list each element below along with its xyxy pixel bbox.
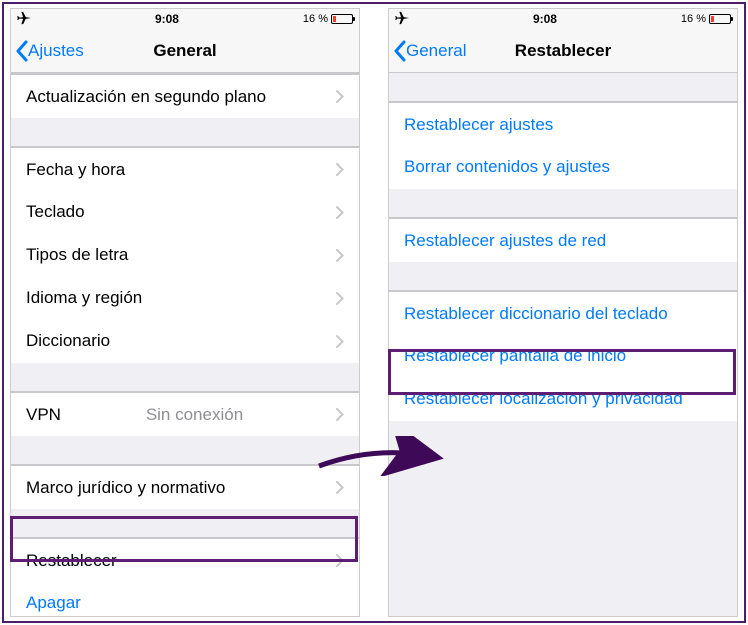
row-label: Restablecer bbox=[26, 551, 117, 571]
outer-frame: 9:08 16 % Ajustes General Actualización … bbox=[2, 2, 746, 623]
chevron-right-icon bbox=[336, 292, 344, 305]
row-label: Idioma y región bbox=[26, 288, 142, 308]
row-date-time[interactable]: Fecha y hora bbox=[11, 147, 359, 191]
back-label: Ajustes bbox=[28, 41, 84, 61]
navbar-general: Ajustes General bbox=[11, 29, 359, 73]
row-reset-keyboard-dict[interactable]: Restablecer diccionario del teclado bbox=[389, 291, 737, 335]
chevron-right-icon bbox=[336, 206, 344, 219]
status-left bbox=[17, 11, 31, 28]
chevron-right-icon bbox=[336, 90, 344, 103]
row-reset-settings[interactable]: Restablecer ajustes bbox=[389, 102, 737, 146]
screen-reset: 9:08 16 % General Restablecer Restablece… bbox=[388, 8, 738, 617]
row-label: Diccionario bbox=[26, 331, 110, 351]
row-label: VPN bbox=[26, 405, 61, 425]
row-label: Teclado bbox=[26, 202, 85, 222]
row-background-update[interactable]: Actualización en segundo plano bbox=[11, 74, 359, 118]
row-keyboard[interactable]: Teclado bbox=[11, 190, 359, 234]
row-reset-location-privacy[interactable]: Restablecer localización y privacidad bbox=[389, 377, 737, 421]
nav-title: General bbox=[153, 41, 216, 61]
status-left bbox=[395, 11, 409, 28]
row-language-region[interactable]: Idioma y región bbox=[11, 276, 359, 320]
chevron-left-icon bbox=[393, 40, 406, 62]
battery-icon bbox=[709, 14, 731, 24]
row-label: Apagar bbox=[26, 593, 81, 613]
reset-content: Restablecer ajustes Borrar contenidos y … bbox=[389, 73, 737, 616]
row-label: Borrar contenidos y ajustes bbox=[404, 157, 610, 177]
row-reset[interactable]: Restablecer bbox=[11, 538, 359, 582]
airplane-icon bbox=[17, 11, 31, 28]
row-shutdown[interactable]: Apagar bbox=[11, 581, 359, 616]
row-label: Actualización en segundo plano bbox=[26, 87, 266, 107]
row-label: Restablecer localización y privacidad bbox=[404, 389, 683, 409]
status-bar: 9:08 16 % bbox=[11, 9, 359, 29]
back-label: General bbox=[406, 41, 466, 61]
nav-title: Restablecer bbox=[515, 41, 611, 61]
row-legal[interactable]: Marco jurídico y normativo bbox=[11, 465, 359, 509]
status-right: 16 % bbox=[681, 13, 731, 25]
row-label: Restablecer diccionario del teclado bbox=[404, 304, 668, 324]
row-reset-network[interactable]: Restablecer ajustes de red bbox=[389, 218, 737, 262]
battery-percent: 16 % bbox=[303, 13, 328, 25]
chevron-right-icon bbox=[336, 554, 344, 567]
status-right: 16 % bbox=[303, 13, 353, 25]
general-content: Actualización en segundo plano Fecha y h… bbox=[11, 73, 359, 616]
row-label: Marco jurídico y normativo bbox=[26, 478, 225, 498]
row-label: Restablecer ajustes bbox=[404, 115, 553, 135]
row-label: Restablecer ajustes de red bbox=[404, 231, 606, 251]
status-time: 9:08 bbox=[155, 12, 179, 26]
airplane-icon bbox=[395, 11, 409, 28]
row-label: Tipos de letra bbox=[26, 245, 128, 265]
row-vpn[interactable]: VPN Sin conexión bbox=[11, 392, 359, 436]
chevron-right-icon bbox=[336, 408, 344, 421]
navbar-reset: General Restablecer bbox=[389, 29, 737, 73]
chevron-right-icon bbox=[336, 163, 344, 176]
row-fonts[interactable]: Tipos de letra bbox=[11, 233, 359, 277]
back-button-ajustes[interactable]: Ajustes bbox=[15, 40, 84, 62]
back-button-general[interactable]: General bbox=[393, 40, 466, 62]
status-bar: 9:08 16 % bbox=[389, 9, 737, 29]
row-reset-home-screen[interactable]: Restablecer pantalla de inicio bbox=[389, 334, 737, 378]
row-label: Restablecer pantalla de inicio bbox=[404, 346, 626, 366]
row-label: Fecha y hora bbox=[26, 160, 125, 180]
screen-general: 9:08 16 % Ajustes General Actualización … bbox=[10, 8, 360, 617]
battery-icon bbox=[331, 14, 353, 24]
chevron-right-icon bbox=[336, 335, 344, 348]
row-dictionary[interactable]: Diccionario bbox=[11, 319, 359, 363]
status-time: 9:08 bbox=[533, 12, 557, 26]
chevron-right-icon bbox=[336, 249, 344, 262]
chevron-right-icon bbox=[336, 481, 344, 494]
battery-percent: 16 % bbox=[681, 13, 706, 25]
row-erase-all[interactable]: Borrar contenidos y ajustes bbox=[389, 145, 737, 189]
chevron-left-icon bbox=[15, 40, 28, 62]
row-detail: Sin conexión bbox=[146, 405, 243, 425]
